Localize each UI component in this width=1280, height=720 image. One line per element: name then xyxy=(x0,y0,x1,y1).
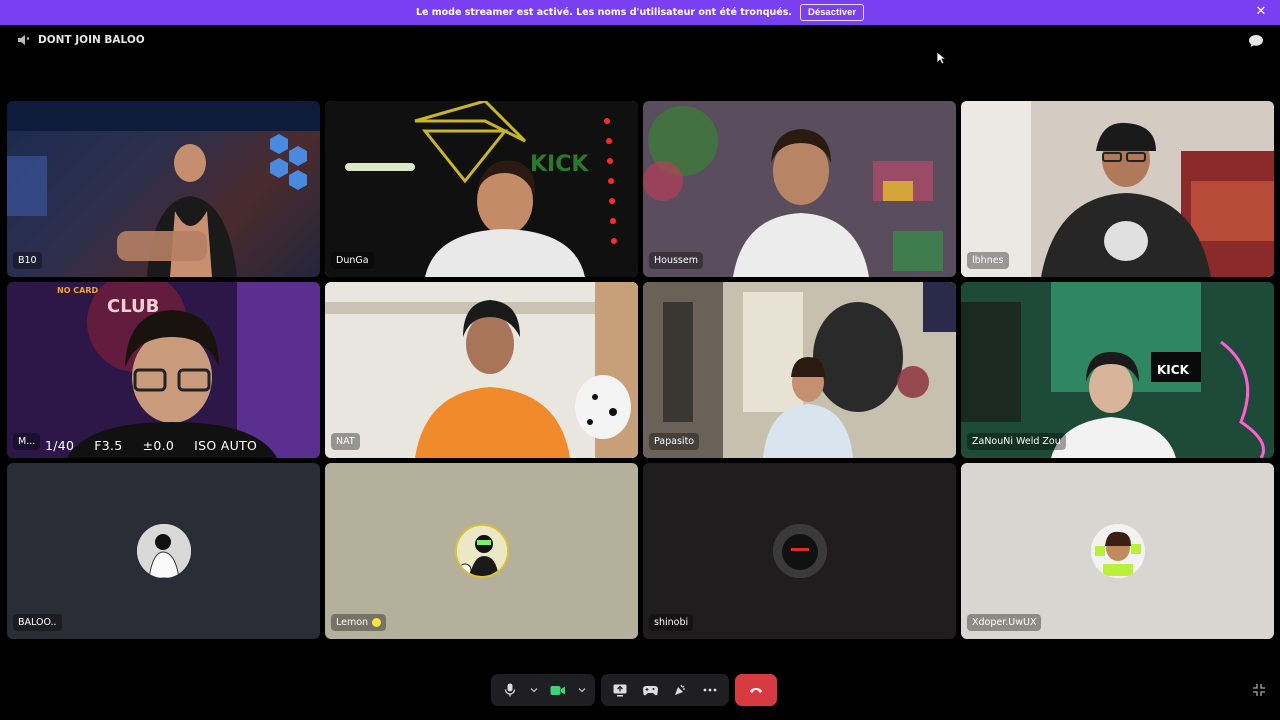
iso-value: ISO AUTO xyxy=(194,438,258,453)
mic-camera-group xyxy=(491,674,595,706)
participant-tile[interactable]: KICK DunGa xyxy=(325,101,638,277)
more-icon xyxy=(703,688,717,692)
camera-button[interactable] xyxy=(545,677,571,703)
video-feed xyxy=(643,282,956,458)
participant-name: Xdoper.UwUX xyxy=(967,614,1042,631)
soundboard-button[interactable] xyxy=(667,677,693,703)
participant-tile[interactable]: Houssem xyxy=(643,101,956,277)
participant-name: NAT xyxy=(331,433,360,450)
svg-text:CLUB: CLUB xyxy=(107,296,159,317)
participant-grid: B10 KICK DunGa Houssem lbhnes CLUB NO CA… xyxy=(7,101,1274,639)
activity-button[interactable] xyxy=(637,677,663,703)
actions-group xyxy=(601,674,729,706)
participant-tile[interactable]: Lemon xyxy=(325,463,638,639)
video-feed xyxy=(325,282,638,458)
soundboard-icon xyxy=(675,684,685,695)
mic-options-button[interactable] xyxy=(527,677,541,703)
camera-overlay: 1/40 F3.5 ±0.0 ISO AUTO xyxy=(45,438,257,453)
participant-name: lbhnes xyxy=(967,252,1009,269)
hangup-icon xyxy=(750,687,762,693)
exit-fullscreen-icon[interactable] xyxy=(1252,683,1266,697)
participant-tile[interactable]: NAT xyxy=(325,282,638,458)
participant-name-text: Lemon xyxy=(336,617,369,628)
microphone-icon xyxy=(504,683,516,697)
participant-name: DunGa xyxy=(331,252,374,269)
participant-name: M... xyxy=(13,433,41,450)
participant-tile[interactable]: BALOO.. xyxy=(7,463,320,639)
participant-name: Papasito xyxy=(649,433,700,450)
participant-tile[interactable]: Xdoper.UwUX xyxy=(961,463,1274,639)
camera-options-button[interactable] xyxy=(575,677,589,703)
chevron-down-icon xyxy=(578,688,586,693)
participant-name: B10 xyxy=(13,252,42,269)
aperture-value: F3.5 xyxy=(94,438,123,453)
participant-name: Lemon xyxy=(331,614,387,631)
close-icon[interactable]: ✕ xyxy=(1254,5,1268,19)
participant-name: Houssem xyxy=(649,252,703,269)
screen-share-button[interactable] xyxy=(607,677,633,703)
speaker-icon xyxy=(18,35,30,45)
microphone-button[interactable] xyxy=(497,677,523,703)
mouse-cursor-icon xyxy=(936,51,946,65)
streamer-mode-banner: Le mode streamer est activé. Les noms d'… xyxy=(0,0,1280,25)
participant-tile[interactable]: lbhnes xyxy=(961,101,1274,277)
video-feed xyxy=(7,101,320,277)
avatar xyxy=(772,524,827,578)
call-controls xyxy=(491,674,777,706)
participant-name: ZaNouNi Weld Zou xyxy=(967,433,1066,450)
lemon-emoji-icon xyxy=(372,618,382,627)
video-feed: KICK xyxy=(961,282,1274,458)
participant-tile[interactable]: Papasito xyxy=(643,282,956,458)
exposure-value: ±0.0 xyxy=(142,438,175,453)
video-feed: KICK xyxy=(325,101,638,277)
shutter-value: 1/40 xyxy=(45,438,75,453)
participant-tile[interactable]: KICK ZaNouNi Weld Zou xyxy=(961,282,1274,458)
svg-text:KICK: KICK xyxy=(530,152,589,177)
svg-text:KICK: KICK xyxy=(1157,363,1190,377)
participant-name: BALOO.. xyxy=(13,614,62,631)
avatar xyxy=(1090,524,1145,578)
more-button[interactable] xyxy=(697,677,723,703)
channel-header: DONT JOIN BALOO xyxy=(17,34,145,46)
disconnect-button[interactable] xyxy=(735,674,777,706)
participant-tile[interactable]: B10 xyxy=(7,101,320,277)
camera-icon xyxy=(550,685,565,695)
gamepad-icon xyxy=(642,685,658,695)
participant-tile[interactable]: CLUB NO CARD 1/40 F3.5 ±0.0 ISO AUTO M..… xyxy=(7,282,320,458)
participant-name: shinobi xyxy=(649,614,694,631)
video-feed xyxy=(961,101,1274,277)
screen-share-icon xyxy=(613,684,627,696)
video-feed: CLUB xyxy=(7,282,320,458)
video-feed xyxy=(643,101,956,277)
channel-name: DONT JOIN BALOO xyxy=(38,34,145,46)
avatar xyxy=(454,524,509,578)
camera-status: NO CARD xyxy=(57,286,99,295)
chat-icon[interactable] xyxy=(1248,34,1264,48)
banner-message: Le mode streamer est activé. Les noms d'… xyxy=(415,7,792,18)
deactivate-button[interactable]: Désactiver xyxy=(799,4,865,21)
participant-tile[interactable]: shinobi xyxy=(643,463,956,639)
avatar xyxy=(136,524,191,578)
chevron-down-icon xyxy=(530,688,538,693)
